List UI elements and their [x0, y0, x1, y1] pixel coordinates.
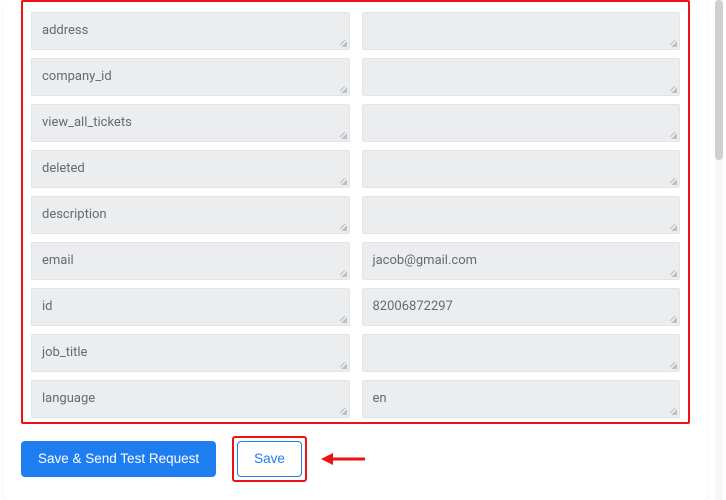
field-value[interactable]: en [362, 380, 681, 418]
field-row: company_id [23, 54, 688, 100]
field-row: id 82006872297 [23, 284, 688, 330]
button-row: Save & Send Test Request Save [3, 424, 708, 494]
field-row: description [23, 192, 688, 238]
save-button[interactable]: Save [237, 441, 302, 477]
field-key[interactable]: id [31, 288, 350, 326]
field-key[interactable]: address [31, 12, 350, 50]
annotation-highlight-box: address company_id view_all_ticketsdeleted… [21, 0, 690, 424]
field-row: deleted [23, 146, 688, 192]
form-panel: address company_id view_all_ticketsdeleted… [3, 0, 708, 500]
field-value[interactable] [362, 196, 681, 234]
field-key[interactable]: language [31, 380, 350, 418]
field-key[interactable]: email [31, 242, 350, 280]
field-row: email jacob@gmail.com [23, 238, 688, 284]
field-value[interactable] [362, 12, 681, 50]
field-key[interactable]: company_id [31, 58, 350, 96]
field-value[interactable] [362, 334, 681, 372]
field-value[interactable] [362, 104, 681, 142]
scroll-thumb[interactable] [715, 0, 723, 160]
field-value[interactable] [362, 150, 681, 188]
field-key[interactable]: view_all_tickets [31, 104, 350, 142]
field-value[interactable]: jacob@gmail.com [362, 242, 681, 280]
field-value[interactable]: 82006872297 [362, 288, 681, 326]
vertical-scrollbar[interactable] [715, 0, 723, 500]
annotation-highlight-save: Save [232, 436, 307, 482]
field-row: language en [23, 376, 688, 422]
field-row: address [23, 8, 688, 54]
save-send-test-button[interactable]: Save & Send Test Request [21, 441, 216, 477]
field-value[interactable] [362, 58, 681, 96]
annotation-arrow-icon [321, 450, 365, 468]
field-key[interactable]: deleted [31, 150, 350, 188]
field-key[interactable]: description [31, 196, 350, 234]
field-row: view_all_tickets [23, 100, 688, 146]
field-key[interactable]: job_title [31, 334, 350, 372]
field-row: job_title [23, 330, 688, 376]
